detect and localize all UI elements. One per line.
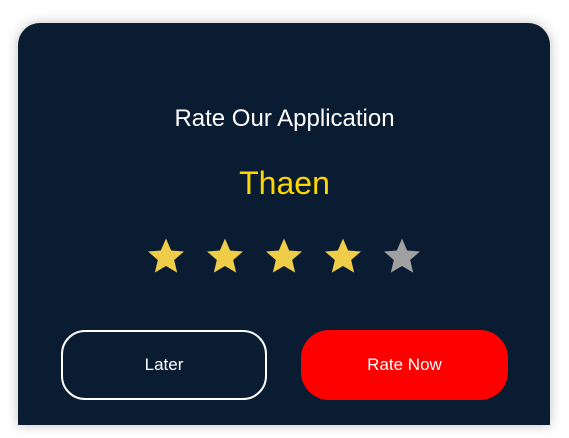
star-rating[interactable] <box>146 236 422 276</box>
star-filled-icon[interactable] <box>146 236 186 276</box>
star-filled-icon[interactable] <box>205 236 245 276</box>
star-filled-icon[interactable] <box>264 236 304 276</box>
star-empty-icon[interactable] <box>382 236 422 276</box>
app-name: Thaen <box>239 165 330 201</box>
star-filled-icon[interactable] <box>323 236 363 276</box>
later-button[interactable]: Later <box>61 330 267 400</box>
dialog-title: Rate Our Application <box>174 105 395 132</box>
rate-now-button[interactable]: Rate Now <box>301 330 508 400</box>
